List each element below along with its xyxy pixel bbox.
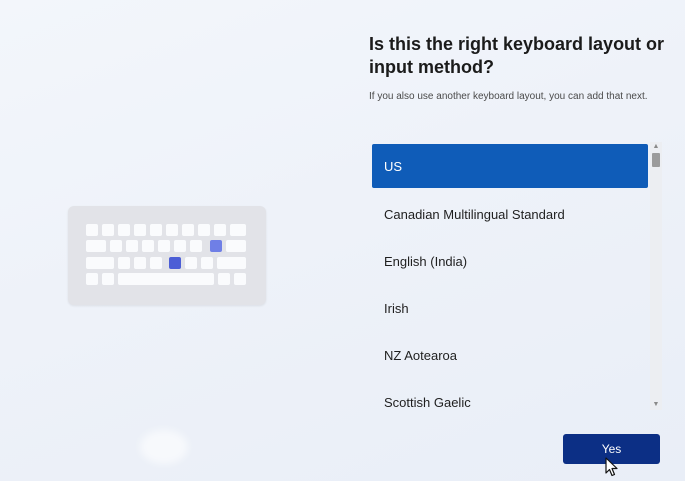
keyboard-key — [214, 224, 226, 236]
keyboard-key — [174, 240, 186, 252]
keyboard-illustration — [68, 206, 266, 305]
keyboard-key — [158, 240, 170, 252]
list-item-label: NZ Aotearoa — [384, 347, 457, 363]
mouse-cursor-icon — [605, 457, 618, 477]
keyboard-key — [226, 240, 246, 252]
list-item-label: US — [384, 158, 403, 174]
keyboard-key — [126, 240, 138, 252]
list-item-irish[interactable]: Irish — [372, 286, 648, 330]
keyboard-key — [230, 224, 246, 236]
keyboard-key — [201, 257, 213, 269]
keyboard-key — [218, 273, 230, 285]
keyboard-key — [118, 224, 130, 236]
background-glow — [140, 430, 188, 464]
keyboard-key — [185, 257, 197, 269]
page-title: Is this the right keyboard layout or inp… — [369, 34, 665, 77]
keyboard-key — [134, 257, 146, 269]
keyboard-key — [150, 224, 162, 236]
page-subtitle: If you also use another keyboard layout,… — [369, 91, 648, 102]
keyboard-key — [190, 240, 202, 252]
chevron-up-icon[interactable]: ▲ — [650, 142, 662, 152]
keyboard-key — [182, 224, 194, 236]
keyboard-key — [110, 240, 122, 252]
keyboard-key — [198, 224, 210, 236]
keyboard-key-highlighted — [169, 257, 181, 269]
list-item-us[interactable]: US — [372, 144, 648, 188]
keyboard-key — [102, 224, 114, 236]
list-scrollbar[interactable]: ▲ ▼ — [650, 142, 662, 410]
keyboard-key — [150, 257, 162, 269]
keyboard-key — [86, 257, 114, 269]
keyboard-key — [234, 273, 246, 285]
keyboard-key — [86, 273, 98, 285]
keyboard-key — [102, 273, 114, 285]
chevron-down-icon[interactable]: ▼ — [650, 400, 662, 410]
keyboard-key — [118, 257, 130, 269]
list-item-label: Scottish Gaelic — [384, 394, 471, 410]
keyboard-key — [217, 257, 246, 269]
keyboard-key — [86, 240, 106, 252]
list-item-label: Canadian Multilingual Standard — [384, 206, 565, 222]
list-item-label: Irish — [384, 300, 409, 316]
keyboard-layout-list[interactable]: US Canadian Multilingual Standard Englis… — [369, 142, 651, 410]
list-item-canadian-multilingual-standard[interactable]: Canadian Multilingual Standard — [372, 192, 648, 236]
keyboard-key — [166, 224, 178, 236]
list-item-english-india[interactable]: English (India) — [372, 239, 648, 283]
keyboard-key — [142, 240, 154, 252]
keyboard-spacebar — [118, 273, 214, 285]
keyboard-key — [86, 224, 98, 236]
keyboard-key — [134, 224, 146, 236]
list-item-scottish-gaelic[interactable]: Scottish Gaelic — [372, 380, 648, 410]
scrollbar-thumb[interactable] — [652, 153, 660, 167]
list-item-nz-aotearoa[interactable]: NZ Aotearoa — [372, 333, 648, 377]
keyboard-key-highlighted — [210, 240, 222, 252]
list-item-label: English (India) — [384, 253, 468, 269]
